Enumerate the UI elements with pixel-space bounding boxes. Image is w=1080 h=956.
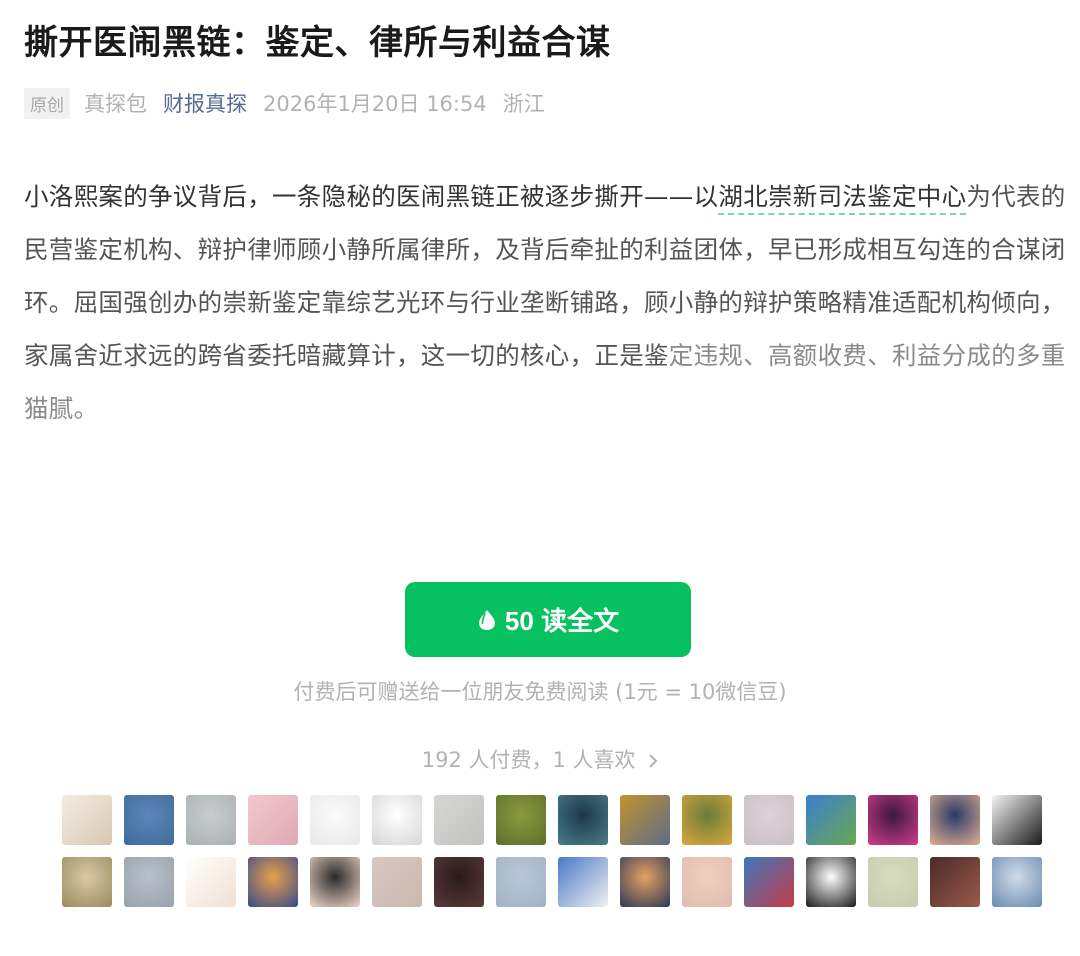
payer-avatar[interactable]	[124, 795, 174, 845]
payer-avatars-grid	[62, 795, 1052, 907]
article-title: 撕开医闹黑链：鉴定、律所与利益合谋	[24, 23, 611, 63]
read-full-article-label: 50 读全文	[504, 606, 620, 636]
payer-avatar[interactable]	[930, 795, 980, 845]
body-inline-link[interactable]: 湖北崇新司法鉴定中心	[718, 182, 967, 215]
author-name: 真探包	[84, 92, 147, 116]
payer-avatar[interactable]	[310, 857, 360, 907]
payer-avatar[interactable]	[806, 795, 856, 845]
article-page: 撕开医闹黑链：鉴定、律所与利益合谋 原创 真探包 财报真探 2026年1月20日…	[0, 0, 1080, 956]
payer-avatar[interactable]	[248, 795, 298, 845]
payer-avatar[interactable]	[496, 795, 546, 845]
payer-avatar[interactable]	[186, 795, 236, 845]
payer-avatar[interactable]	[186, 857, 236, 907]
article-meta: 原创 真探包 财报真探 2026年1月20日 16:54 浙江	[24, 86, 545, 120]
read-full-article-button[interactable]: 50 读全文	[405, 582, 691, 657]
article-body: 小洛熙案的争议背后，一条隐秘的医闹黑链正被逐步撕开——以湖北崇新司法鉴定中心为代…	[24, 170, 1076, 435]
payer-avatar[interactable]	[620, 795, 670, 845]
payer-avatar[interactable]	[868, 857, 918, 907]
payer-avatar[interactable]	[868, 795, 918, 845]
payer-avatar[interactable]	[682, 795, 732, 845]
payer-avatar[interactable]	[744, 857, 794, 907]
account-name-link[interactable]: 财报真探	[163, 88, 247, 118]
payer-avatar[interactable]	[62, 795, 112, 845]
payers-summary-text: 192 人付费，1 人喜欢	[421, 748, 636, 772]
payer-avatar[interactable]	[434, 795, 484, 845]
publish-date: 2026年1月20日 16:54	[263, 92, 487, 116]
payer-avatar[interactable]	[558, 795, 608, 845]
payer-avatar[interactable]	[372, 795, 422, 845]
payer-avatar[interactable]	[558, 857, 608, 907]
original-badge: 原创	[24, 87, 70, 119]
payer-avatar[interactable]	[496, 857, 546, 907]
payer-avatar[interactable]	[682, 857, 732, 907]
body-text-part-1: 小洛熙案的争议背后，一条隐秘的医闹黑链正被逐步撕开——以	[24, 182, 719, 211]
gift-note: 付费后可赠送给一位朋友免费阅读 (1元 = 10微信豆)	[293, 680, 787, 704]
payer-avatar[interactable]	[806, 857, 856, 907]
payer-avatar[interactable]	[930, 857, 980, 907]
payer-avatar[interactable]	[62, 857, 112, 907]
payer-avatar[interactable]	[992, 795, 1042, 845]
payer-avatar[interactable]	[434, 857, 484, 907]
wechat-bean-icon	[478, 609, 495, 630]
publish-location: 浙江	[502, 92, 545, 116]
payers-summary-link[interactable]: 192 人付费，1 人喜欢	[0, 744, 1080, 774]
payer-avatar[interactable]	[372, 857, 422, 907]
payer-avatar[interactable]	[124, 857, 174, 907]
chevron-right-icon	[649, 754, 658, 768]
payer-avatar[interactable]	[992, 857, 1042, 907]
payer-avatar[interactable]	[620, 857, 670, 907]
payer-avatar[interactable]	[248, 857, 298, 907]
payer-avatar[interactable]	[310, 795, 360, 845]
payer-avatar[interactable]	[744, 795, 794, 845]
